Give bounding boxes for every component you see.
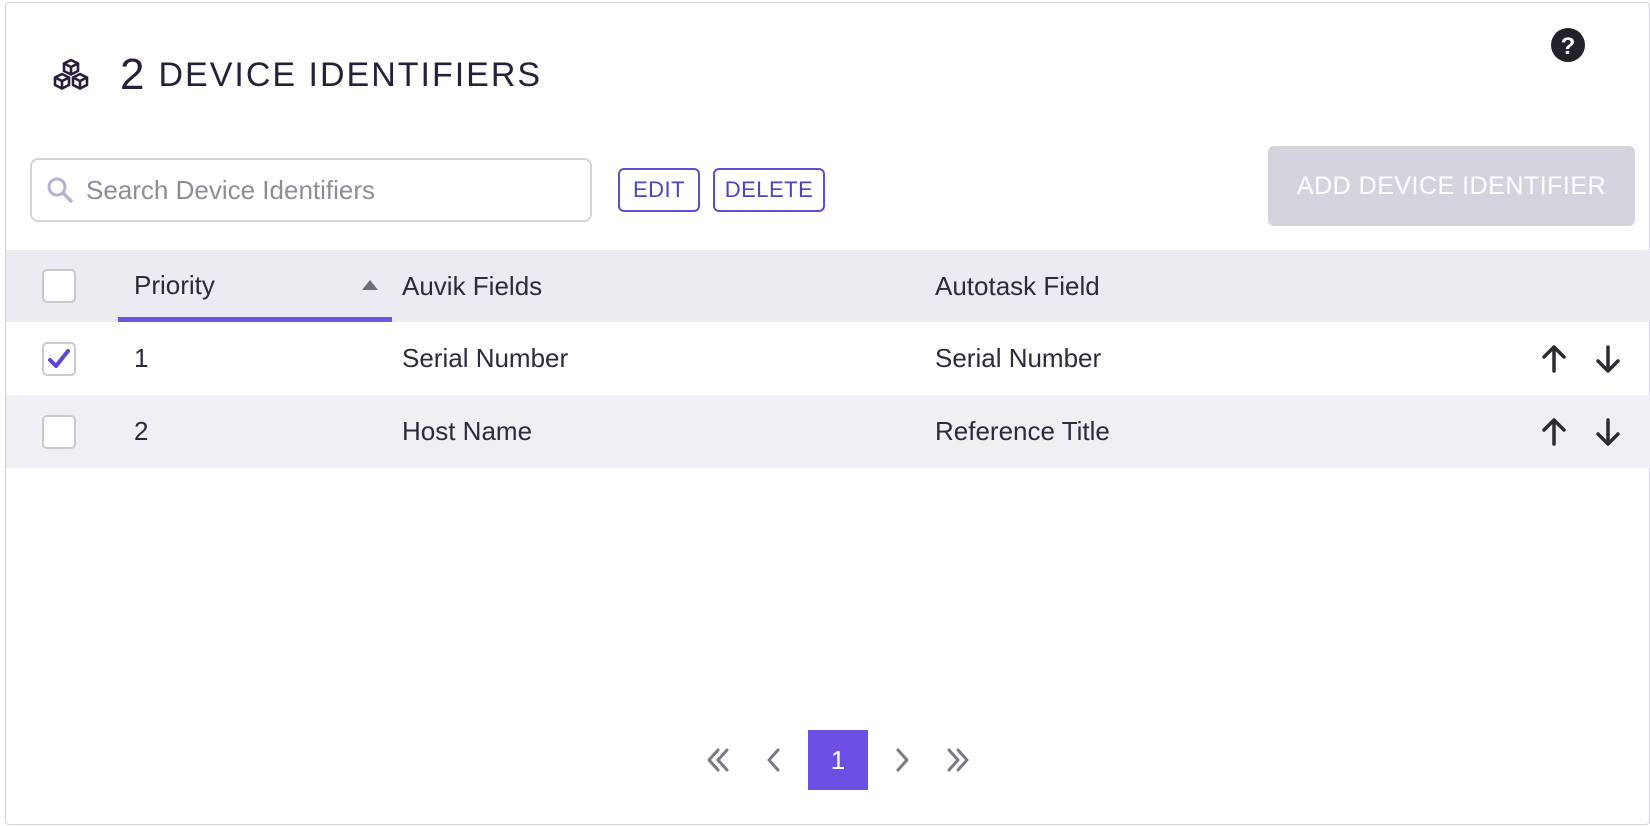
chevron-right-icon [896,748,909,772]
arrow-down-icon [1596,417,1620,446]
priority-cell: 2 [134,416,149,446]
page-button-current[interactable]: 1 [808,730,868,790]
double-chevron-right-icon [947,748,969,772]
move-down-button[interactable] [1590,414,1626,450]
identifiers-table: Priority Auvik Fields Autotask Field 1 S… [6,250,1650,468]
edit-button[interactable]: EDIT [618,168,700,212]
search-box[interactable] [30,158,592,222]
row-checkbox[interactable] [42,414,76,449]
arrow-up-icon [1542,344,1566,373]
page-header: 2 DEVICE IDENTIFIERS [52,50,542,100]
autotask-field-cell: Serial Number [935,343,1102,373]
column-header-priority[interactable]: Priority [118,250,392,322]
row-checkbox[interactable] [42,341,76,376]
move-up-button[interactable] [1536,414,1572,450]
svg-text:?: ? [1561,33,1576,58]
auvik-field-cell: Host Name [402,416,533,446]
select-all-checkbox[interactable] [42,269,76,303]
previous-page-button[interactable] [746,730,802,790]
arrow-up-icon [1542,417,1566,446]
delete-button[interactable]: DELETE [713,168,825,212]
cubes-icon [53,58,89,90]
column-header-priority-label: Priority [134,270,215,300]
identifier-count: 2 [120,50,145,99]
sort-ascending-icon [362,280,378,290]
help-button[interactable]: ? [1551,28,1585,62]
move-up-button[interactable] [1536,341,1572,377]
table-row[interactable]: 2 Host Name Reference Title [6,395,1650,468]
arrow-down-icon [1596,344,1620,373]
priority-cell: 1 [134,343,149,373]
checkmark-icon [48,348,70,368]
add-device-identifier-button[interactable]: ADD DEVICE IDENTIFIER [1268,146,1635,226]
column-header-autotask-field: Autotask Field [935,270,1100,301]
page-title: DEVICE IDENTIFIERS [158,55,543,94]
next-page-button[interactable] [874,730,930,790]
pagination: 1 [690,730,986,790]
column-header-auvik-fields: Auvik Fields [402,270,543,301]
table-row[interactable]: 1 Serial Number Serial Number [6,322,1650,395]
chevron-left-icon [767,748,780,772]
last-page-button[interactable] [930,730,986,790]
first-page-button[interactable] [690,730,746,790]
search-icon [47,177,73,203]
move-down-button[interactable] [1590,341,1626,377]
auvik-field-cell: Serial Number [402,343,569,373]
double-chevron-left-icon [707,748,729,772]
search-input[interactable] [86,174,566,206]
question-icon: ? [1561,33,1576,58]
table-header-row: Priority Auvik Fields Autotask Field [6,250,1650,322]
autotask-field-cell: Reference Title [935,416,1110,446]
